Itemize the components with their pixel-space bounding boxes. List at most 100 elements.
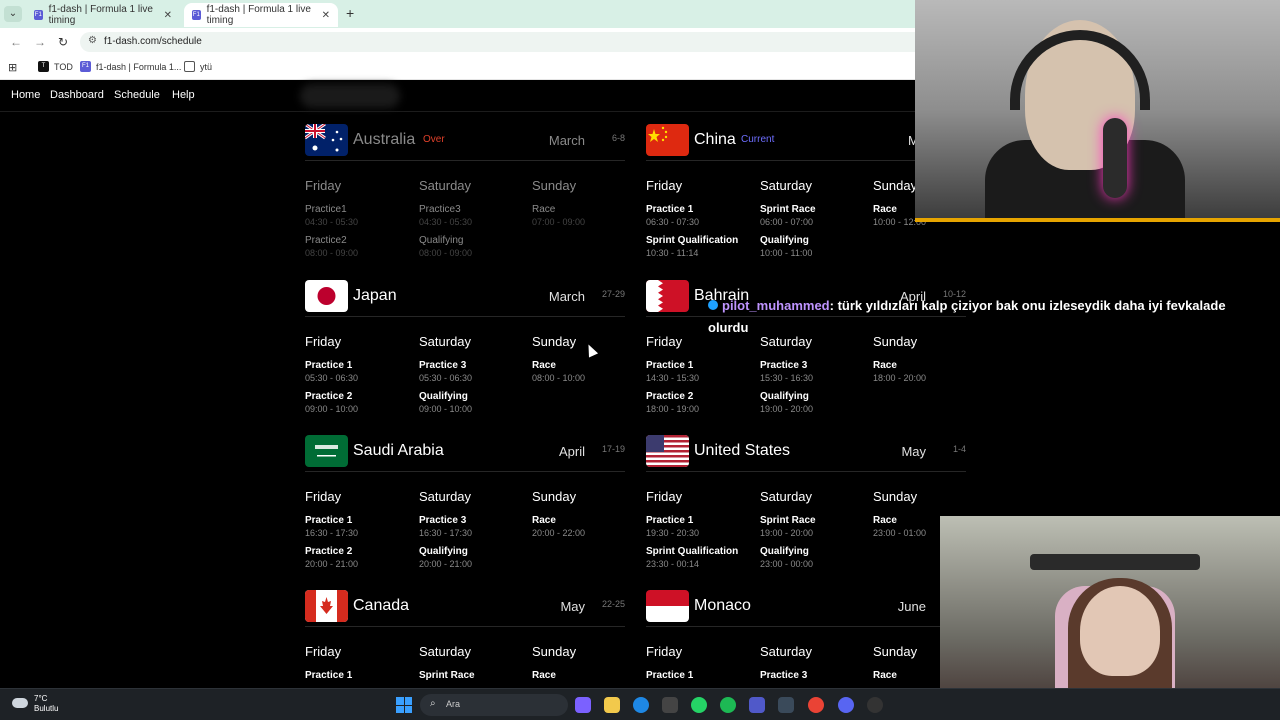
card-divider [305,160,625,161]
monaco-flag-icon [646,590,689,622]
country-name: Canada [353,597,410,614]
session-name: Qualifying [760,546,809,557]
race-days: 17-19 [601,444,625,454]
session-name: Practice 2 [305,391,353,402]
session-name: Race [532,360,556,371]
session-time: 06:00 - 07:00 [760,217,814,227]
spotify-icon[interactable] [720,697,736,713]
f1-dash-favicon-icon: F1 [192,10,201,20]
session-name: Practice 2 [646,391,694,402]
session-name: Practice 3 [419,515,467,526]
nav-home[interactable]: Home [11,89,40,101]
browser-tab-1[interactable]: F1 f1-dash | Formula 1 live timing ✕ [26,3,180,27]
race-card-saudi[interactable]: Saudi Arabia April 17-19 Friday Practice 1 16… [305,435,625,585]
race-card-usa[interactable]: United States May 1-4 Friday Practice 1 19:30… [646,435,966,585]
site-info-icon[interactable]: ⚙ [88,35,97,46]
day-label: Sunday [873,644,918,659]
nav-schedule[interactable]: Schedule [114,89,160,101]
apps-grid-icon[interactable]: ⊞ [8,61,17,74]
session-name: Race [873,360,897,371]
session-name: Race [532,670,556,681]
session-time: 14:30 - 15:30 [646,373,700,383]
browser-tab-2[interactable]: F1 f1-dash | Formula 1 live timing ✕ [184,3,338,27]
chrome-icon[interactable] [808,697,824,713]
obs-icon[interactable] [867,697,883,713]
edge-icon[interactable] [633,697,649,713]
bookmark-label: ytü [200,61,213,72]
back-icon[interactable]: ← [10,35,22,49]
close-tab-icon[interactable]: ✕ [164,10,172,21]
search-placeholder: Ara [446,699,461,709]
session-name: Sprint Race [419,670,475,681]
race-card-australia[interactable]: Australia Over March 6-8 Friday Practice1 04:3… [305,124,625,274]
close-tab-icon[interactable]: ✕ [322,10,330,21]
app-icon[interactable] [778,697,794,713]
new-tab-icon[interactable]: + [346,5,354,21]
discord-icon[interactable] [838,697,854,713]
country-name: Saudi Arabia [353,442,444,459]
race-days: 6-8 [611,133,625,143]
australia-flag-icon [305,124,348,156]
session-time: 23:00 - 00:00 [760,559,814,569]
nav-help[interactable]: Help [172,89,195,101]
bookmark-f1-dash[interactable]: F1 f1-dash | Formula 1... [80,61,181,72]
day-label: Sunday [532,644,577,659]
session-time: 10:30 - 11:14 [646,248,699,258]
race-month: June [897,599,926,614]
forward-icon[interactable]: → [34,35,46,49]
japan-flag-icon [305,280,348,312]
session-name: Practice 1 [305,360,353,371]
canada-flag-icon [305,590,348,622]
race-card-japan[interactable]: Japan March 27-29 Friday Practice 1 05:30 - 0… [305,280,625,430]
session-time: 06:30 - 07:30 [646,217,700,227]
race-month: May [901,444,926,459]
day-label: Saturday [419,644,472,659]
file-explorer-icon[interactable] [604,697,620,713]
reload-icon[interactable]: ↻ [58,35,68,49]
country-name: Japan [353,287,397,304]
teams-icon[interactable] [749,697,765,713]
race-days: 1-4 [952,444,966,454]
race-month: March [548,133,585,148]
day-label: Friday [305,489,342,504]
bookmark-tod[interactable]: T TOD [38,61,73,72]
session-time: 04:30 - 05:30 [419,217,473,227]
card-divider [646,626,966,627]
session-name: Practice3 [419,204,461,215]
streamer-webcam-top [915,0,1280,222]
session-time: 19:00 - 20:00 [760,528,814,538]
session-name: Qualifying [760,391,809,402]
session-name: Practice 1 [305,515,353,526]
tab-title: f1-dash | Formula 1 live timing [206,4,311,26]
race-month: April [558,444,585,459]
copilot-icon[interactable] [575,697,591,713]
windows-start-icon[interactable] [396,697,412,713]
session-time: 18:00 - 20:00 [873,373,927,383]
session-name: Practice 1 [305,670,353,681]
session-time: 23:30 - 00:14 [646,559,700,569]
store-icon[interactable] [662,697,678,713]
nav-dashboard[interactable]: Dashboard [50,89,104,101]
bookmark-label: TOD [54,61,73,72]
session-name: Sprint Qualification [646,235,739,246]
f1-dash-favicon-icon: F1 [34,10,43,20]
day-label: Friday [646,334,683,349]
whatsapp-icon[interactable] [691,697,707,713]
session-name: Practice 2 [305,546,353,557]
session-time: 23:00 - 01:00 [873,528,927,538]
session-name: Practice1 [305,204,347,215]
session-time: 05:30 - 06:30 [305,373,359,383]
china-flag-icon [646,124,689,156]
tod-icon: T [38,61,49,72]
taskbar-search[interactable]: ⌕ Ara [420,694,568,716]
webcam-shelf [1030,554,1200,570]
country-name: United States [694,442,791,459]
session-time: 09:00 - 10:00 [419,404,473,414]
tab-search-icon[interactable]: ⌄ [4,6,22,22]
race-month: May [560,599,585,614]
session-time: 10:00 - 11:00 [760,248,813,258]
day-label: Sunday [873,489,918,504]
session-time: 07:00 - 09:00 [532,217,586,227]
session-name: Race [873,204,897,215]
bookmark-folder-ytu[interactable]: ytü [184,61,212,72]
